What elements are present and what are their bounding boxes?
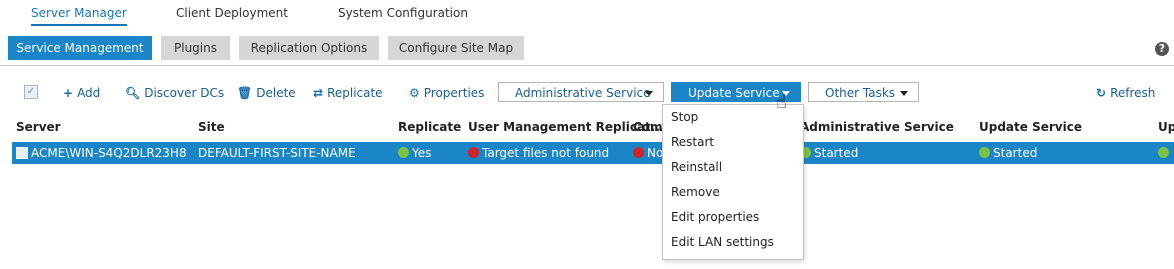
user-management-value: Target files not found (482, 146, 610, 160)
properties-button[interactable]: ⚙ Properties (409, 84, 484, 102)
menu-item-restart[interactable]: Restart (663, 130, 803, 155)
replicate-value: Yes (412, 146, 432, 160)
divider (0, 65, 1174, 66)
plus-icon: + (63, 86, 74, 100)
cell-up (1158, 146, 1172, 160)
select-all-checkbox[interactable]: ✓ (24, 85, 38, 99)
nav-server-manager[interactable]: Server Manager (31, 6, 127, 26)
administrative-service-label: Administrative Service (515, 86, 651, 100)
tab-plugins[interactable]: Plugins (161, 36, 230, 60)
status-red-icon (468, 147, 479, 158)
trash-icon: 🗑︎ (237, 86, 253, 100)
cell-user-management: Target files not found (468, 146, 609, 160)
cell-server: ACME\WIN-S4Q2DLR23H8 (16, 146, 187, 160)
discover-dcs-button[interactable]: 🔍︎ Discover DCs (125, 84, 224, 102)
delete-button[interactable]: 🗑︎ Delete (237, 84, 296, 102)
caret-down-icon (900, 91, 908, 96)
status-green-icon (398, 147, 409, 158)
server-icon (16, 147, 28, 159)
update-service-label: Update Service (688, 86, 780, 100)
cell-replicate: Yes (398, 146, 431, 160)
administrative-service-value: Started (814, 146, 859, 160)
caret-down-icon (645, 91, 653, 96)
menu-item-reinstall[interactable]: Reinstall (663, 155, 803, 180)
properties-label: Properties (423, 86, 485, 100)
column-header-administrative-service[interactable]: Administrative Service (800, 120, 954, 134)
server-name: ACME\WIN-S4Q2DLR23H8 (31, 146, 187, 160)
top-navigation: Server Manager Client Deployment System … (0, 0, 1174, 30)
replicate-label: Replicate (327, 86, 383, 100)
refresh-button[interactable]: ↻ Refresh (1096, 84, 1155, 102)
status-red-icon (633, 147, 644, 158)
delete-label: Delete (256, 86, 296, 100)
other-tasks-label: Other Tasks (825, 86, 896, 100)
column-header-update-service[interactable]: Update Service (979, 120, 1082, 134)
column-header-server[interactable]: Server (16, 120, 61, 134)
cell-administrative-service: Started (800, 146, 858, 160)
cell-comp: No (633, 146, 663, 160)
hand-cursor-icon: ☝ (776, 92, 787, 113)
add-label: Add (77, 86, 101, 100)
refresh-icon: ↻ (1096, 86, 1107, 100)
nav-system-configuration[interactable]: System Configuration (338, 6, 468, 20)
tab-replication-options[interactable]: Replication Options (239, 36, 379, 60)
replicate-icon: ⇄ (313, 86, 324, 100)
refresh-label: Refresh (1110, 86, 1156, 100)
menu-item-edit-lan-settings[interactable]: Edit LAN settings (663, 230, 803, 255)
status-green-icon (979, 147, 990, 158)
menu-item-edit-properties[interactable]: Edit properties (663, 205, 803, 230)
administrative-service-dropdown[interactable]: Administrative Service (498, 82, 664, 102)
column-header-site[interactable]: Site (198, 120, 225, 134)
status-green-icon (1158, 147, 1169, 158)
cell-site: DEFAULT-FIRST-SITE-NAME (198, 146, 356, 160)
discover-dcs-label: Discover DCs (144, 86, 225, 100)
column-header-replicate[interactable]: Replicate (398, 120, 461, 134)
update-service-menu: Stop Restart Reinstall Remove Edit prope… (662, 104, 804, 260)
menu-item-remove[interactable]: Remove (663, 180, 803, 205)
gear-icon: ⚙ (409, 86, 420, 100)
comp-value: No (647, 146, 664, 160)
help-icon[interactable]: ? (1155, 42, 1169, 56)
nav-client-deployment[interactable]: Client Deployment (176, 6, 288, 20)
tab-service-management[interactable]: Service Management (8, 36, 152, 60)
replicate-button[interactable]: ⇄ Replicate (313, 84, 383, 102)
update-service-value: Started (993, 146, 1038, 160)
cell-update-service: Started (979, 146, 1037, 160)
other-tasks-dropdown[interactable]: Other Tasks (808, 82, 919, 102)
tab-configure-site-map[interactable]: Configure Site Map (388, 36, 524, 60)
add-button[interactable]: + Add (63, 84, 100, 102)
search-icon: 🔍︎ (125, 86, 141, 100)
column-header-up[interactable]: Up (1158, 120, 1174, 134)
